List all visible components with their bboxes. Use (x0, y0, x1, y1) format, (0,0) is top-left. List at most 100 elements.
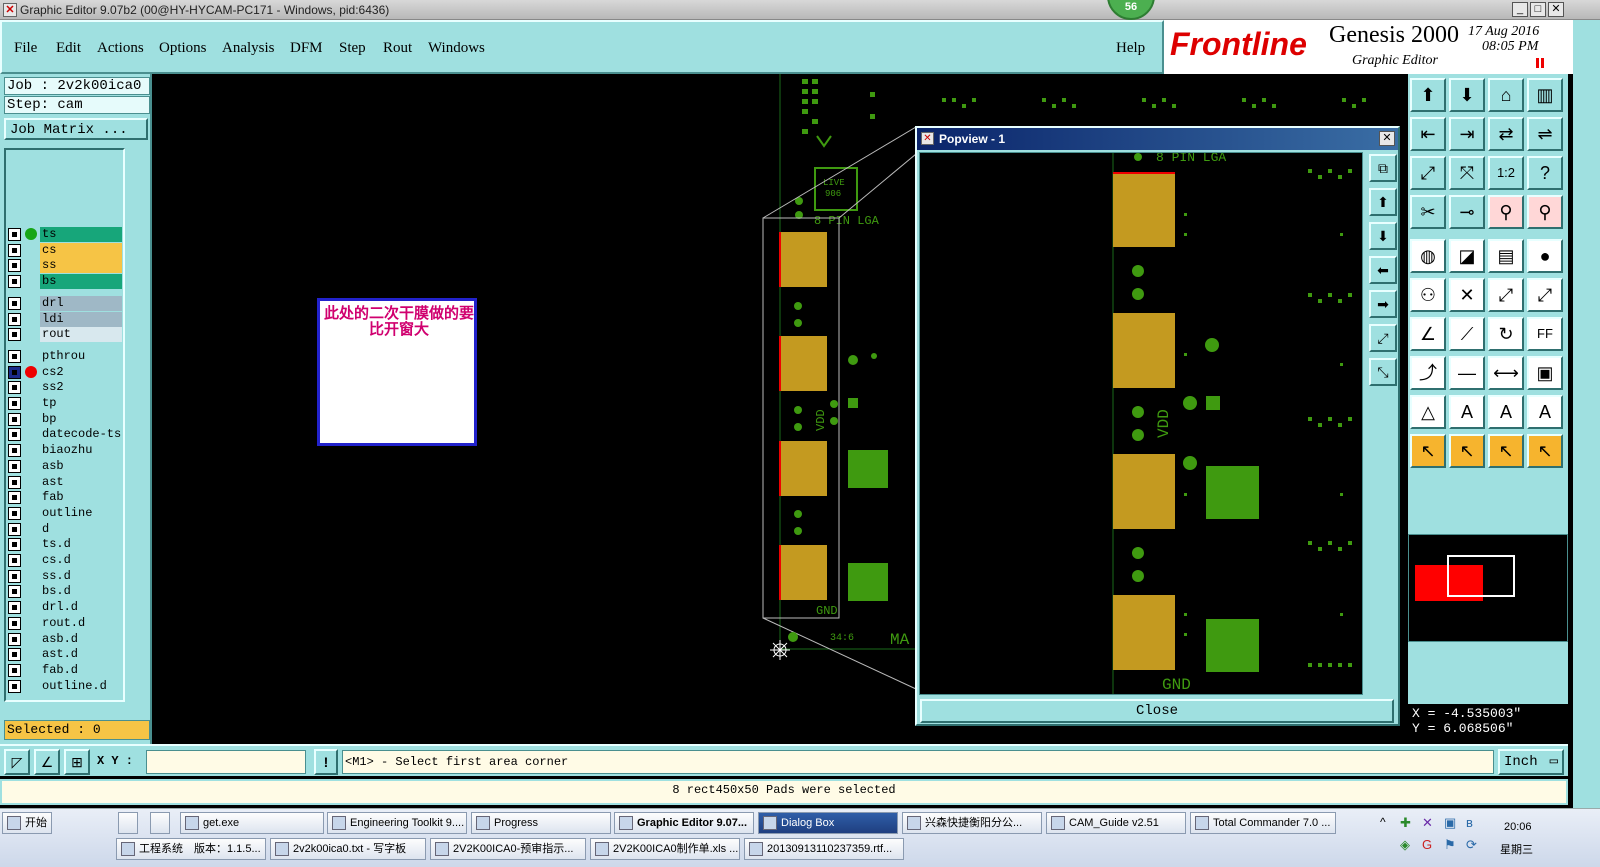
task-cam-guide[interactable]: CAM_Guide v2.51 (1046, 812, 1186, 834)
popview-close-button[interactable]: Close (920, 699, 1394, 723)
circle-tool-icon[interactable]: ● (1527, 239, 1563, 273)
layer-checkbox[interactable] (8, 522, 21, 536)
menu-windows[interactable]: Windows (428, 40, 485, 57)
layer-checkbox[interactable] (8, 349, 21, 363)
layer-row-ts[interactable]: ts (8, 227, 122, 242)
layer-checkbox[interactable] (8, 444, 21, 458)
home-icon[interactable]: ⌂ (1488, 78, 1524, 112)
layer-row-rout-d[interactable]: rout.d (8, 615, 122, 631)
pause-icon[interactable] (1536, 58, 1544, 68)
task-engineering-system[interactable]: 工程系统 版本：1.1.5... (116, 838, 266, 860)
tray-arrow-icon[interactable]: ^ (1380, 815, 1386, 829)
layer-checkbox[interactable] (8, 228, 21, 241)
angle-tool-icon[interactable]: ∠ (1410, 317, 1446, 351)
layer-row-tp[interactable]: tp (8, 396, 122, 411)
layer-checkbox[interactable] (8, 428, 21, 442)
task-excel[interactable]: 2V2K00ICA0制作单.xls ... (590, 838, 740, 860)
tray-monitor-icon[interactable]: ▣ (1444, 815, 1456, 831)
layer-checkbox[interactable] (8, 397, 21, 410)
alert-icon[interactable]: ! (314, 749, 338, 775)
minimize-button[interactable]: _ (1512, 2, 1528, 17)
layer-row-ast[interactable]: ast (8, 474, 122, 490)
move-left-icon[interactable]: ⇤ (1410, 117, 1446, 151)
tray-shield-icon[interactable]: ◈ (1400, 837, 1410, 853)
tray-sync-icon[interactable]: ⟳ (1466, 837, 1477, 853)
snap-red-icon[interactable]: ⚲ (1488, 195, 1524, 229)
menu-help[interactable]: Help (1116, 40, 1145, 57)
zoom-home-icon[interactable]: ⬆ (1410, 78, 1446, 112)
popview-pan-up-button[interactable]: ⬆ (1369, 188, 1397, 216)
layer-checkbox[interactable] (8, 585, 21, 599)
menu-step[interactable]: Step (339, 40, 366, 57)
tray-bluetooth-icon[interactable]: ʙ (1466, 815, 1473, 830)
layer-row-bp[interactable]: bp (8, 411, 122, 427)
task-wordpad[interactable]: 2v2k00ica0.txt - 写字板 (270, 838, 426, 860)
layer-row-bs[interactable]: bs (8, 274, 122, 290)
layer-checkbox[interactable] (8, 506, 21, 520)
layer-checkbox[interactable] (8, 663, 21, 677)
minimap-viewport[interactable] (1447, 555, 1515, 597)
layer-row-bs-d[interactable]: bs.d (8, 584, 122, 600)
polygon-tool-icon[interactable]: ◪ (1449, 239, 1485, 273)
scroll-icon[interactable]: ⇌ (1527, 117, 1563, 151)
layer-checkbox[interactable] (8, 679, 21, 693)
menu-analysis[interactable]: Analysis (222, 40, 275, 57)
menu-edit[interactable]: Edit (56, 40, 81, 57)
job-matrix-button[interactable]: Job Matrix ... (4, 118, 148, 140)
layer-row-outline-d[interactable]: outline.d (8, 678, 122, 694)
task-xingsen[interactable]: 兴森快捷衡阳分公... (902, 812, 1042, 834)
popview-pan-down-button[interactable]: ⬇ (1369, 222, 1397, 250)
slope-tool-icon[interactable]: ⟋ (1449, 317, 1485, 351)
help-icon[interactable]: ? (1527, 156, 1563, 190)
layer-row-drl[interactable]: drl (8, 295, 122, 311)
layer-row-fab[interactable]: fab (8, 490, 122, 506)
pointer-circle-icon[interactable]: ↖ (1488, 434, 1524, 468)
menu-file[interactable]: File (14, 40, 37, 57)
snap-icon[interactable]: ◸ (4, 749, 30, 775)
popview-canvas[interactable]: 8 PIN LGA VDD GND (919, 152, 1363, 695)
layer-row-drl-d[interactable]: drl.d (8, 600, 122, 616)
pointer-measure-icon[interactable]: ↖ (1527, 434, 1563, 468)
popview-zoom-out-button[interactable]: ⤡ (1369, 358, 1397, 386)
move-right-icon[interactable]: ⇥ (1449, 117, 1485, 151)
popview-zoom-fit-button[interactable]: ⧉ (1369, 154, 1397, 182)
dimension-tool-icon[interactable]: ⟷ (1488, 356, 1524, 390)
pan-down-icon[interactable]: ⬇ (1449, 78, 1485, 112)
layer-row-cs-d[interactable]: cs.d (8, 553, 122, 568)
task-get-exe[interactable]: get.exe (180, 812, 324, 834)
layer-checkbox[interactable] (8, 632, 21, 646)
layer-row-outline[interactable]: outline (8, 505, 122, 521)
layer-checkbox[interactable] (8, 412, 21, 426)
layer-row-d[interactable]: d (8, 521, 122, 537)
cross-tool-icon[interactable]: ✕ (1449, 278, 1485, 312)
dash-tool-icon[interactable]: — (1449, 356, 1485, 390)
triangle-a2-icon[interactable]: A (1488, 395, 1524, 429)
task-total-commander[interactable]: Total Commander 7.0 ... (1190, 812, 1336, 834)
route-tool-icon[interactable]: ⤴ (1410, 356, 1446, 390)
tray-network-icon[interactable]: ✚ (1400, 815, 1411, 831)
quicklaunch-doc-icon[interactable] (118, 812, 138, 834)
menu-rout[interactable]: Rout (383, 40, 412, 57)
close-window-button[interactable]: ✕ (1548, 2, 1564, 17)
menu-options[interactable]: Options (159, 40, 207, 57)
layer-checkbox[interactable] (8, 381, 21, 395)
layer-row-cs[interactable]: cs (8, 242, 122, 258)
xy-input[interactable] (146, 750, 306, 774)
pad-tool-icon[interactable]: ◍ (1410, 239, 1446, 273)
tray-g-icon[interactable]: G (1422, 837, 1432, 852)
layer-checkbox[interactable] (8, 328, 21, 342)
task-graphic-editor[interactable]: Graphic Editor 9.07... (614, 812, 754, 834)
layer-row-pthrou[interactable]: pthrou (8, 348, 122, 364)
popview-pan-left-button[interactable]: ⬅ (1369, 256, 1397, 284)
layer-checkbox[interactable] (8, 275, 21, 289)
layer-row-ss-d[interactable]: ss.d (8, 568, 122, 584)
maximize-button[interactable]: □ (1530, 2, 1546, 17)
task-precheck[interactable]: 2V2K00ICA0-预审指示... (430, 838, 586, 860)
layer-checkbox[interactable] (8, 365, 21, 379)
task-rtf[interactable]: 20130913110237359.rtf... (744, 838, 904, 860)
minimap[interactable] (1408, 534, 1568, 642)
layer-checkbox[interactable] (8, 475, 21, 489)
triangle-tool-icon[interactable]: △ (1410, 395, 1446, 429)
select-group-icon[interactable]: ▣ (1527, 356, 1563, 390)
line-tool-icon[interactable]: ⊸ (1449, 195, 1485, 229)
